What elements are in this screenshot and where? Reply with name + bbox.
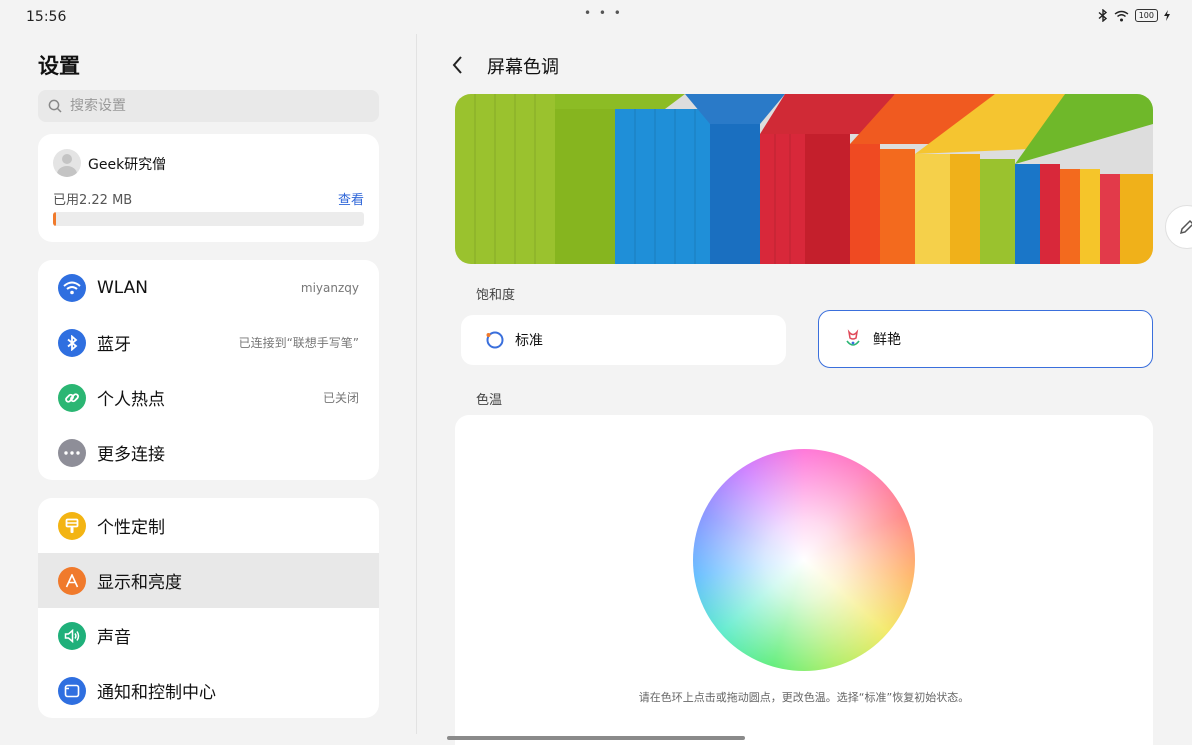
bluetooth-status-icon [1098,9,1107,22]
screen-tone-page: 屏幕色调 饱和度 标准 鲜艳 色温 请在色环上点击或拖动圆点，更改色温。选择“标… [417,34,1192,745]
brush-icon [58,511,86,540]
sidebar-item-label: 通知和控制中心 [97,683,216,703]
sidebar-item-label: WLAN [97,277,149,298]
connections-card: WLAN miyanzqy 蓝牙 已连接到“联想手写笔” 个人热点 已关闭 更多… [38,260,379,480]
option-label: 鲜艳 [873,332,901,348]
option-label: 标准 [515,333,543,349]
chevron-left-icon [452,56,462,74]
sidebar-item-notification[interactable]: 通知和控制中心 [38,663,379,718]
settings-sidebar: 设置 Geek研究僧 已用2.22 MB 查看 WLAN miyanzqy 蓝牙… [0,34,416,745]
sidebar-item-value: miyanzqy [300,280,359,295]
status-bar: 15:56 • • • 100 [0,0,1192,34]
sidebar-item-value: 已连接到“联想手写笔” [238,336,359,350]
standard-mode-icon [486,331,504,349]
sidebar-item-label: 显示和亮度 [97,573,182,593]
sidebar-item-bluetooth[interactable]: 蓝牙 已连接到“联想手写笔” [38,315,379,370]
pencil-icon [1179,219,1192,235]
link-icon [58,383,86,412]
wifi-icon [58,273,86,302]
color-temperature-card: 请在色环上点击或拖动圆点，更改色温。选择“标准”恢复初始状态。 [455,415,1153,745]
saturation-option-vivid[interactable]: 鲜艳 [818,310,1153,368]
sound-icon [58,621,86,650]
home-indicator[interactable] [447,736,745,740]
sidebar-item-display[interactable]: 显示和亮度 [38,553,379,608]
color-wheel[interactable] [693,449,915,671]
vivid-mode-icon [846,329,860,346]
sidebar-item-label: 更多连接 [97,445,165,465]
wifi-status-icon [1114,10,1129,21]
personalization-card: 个性定制 显示和亮度 声音 通知和控制中心 [38,498,379,718]
storage-progress-fill [53,212,57,226]
saturation-label: 饱和度 [476,288,516,303]
charging-icon [1164,10,1170,21]
more-icon [58,438,86,467]
sidebar-item-hotspot[interactable]: 个人热点 已关闭 [38,370,379,425]
saturation-option-standard[interactable]: 标准 [461,315,786,365]
account-name: Geek研究僧 [88,157,167,173]
battery-icon: 100 [1134,9,1158,22]
sidebar-item-value: 已关闭 [322,391,359,405]
bluetooth-icon [58,328,86,357]
color-temperature-hint: 请在色环上点击或拖动圆点，更改色温。选择“标准”恢复初始状态。 [638,691,970,704]
status-time: 15:56 [26,9,67,25]
notification-icon [58,676,86,705]
sidebar-item-label: 蓝牙 [97,335,131,355]
page-title: 屏幕色调 [487,57,559,78]
search-input[interactable] [70,98,350,114]
back-button[interactable] [449,50,471,80]
status-icons: 100 [1098,9,1170,22]
sidebar-item-label: 声音 [97,628,131,648]
view-storage-link[interactable]: 查看 [338,189,364,208]
storage-usage: 已用2.22 MB [53,193,133,208]
preview-image [455,94,1153,264]
sidebar-title: 设置 [38,54,80,78]
window-menu-dots[interactable]: • • • [584,6,623,20]
display-icon [58,566,86,595]
sidebar-item-label: 个性定制 [97,518,165,538]
search-icon [48,99,62,113]
sidebar-item-sound[interactable]: 声音 [38,608,379,663]
sidebar-item-more-connections[interactable]: 更多连接 [38,425,379,480]
search-box[interactable] [38,90,379,122]
avatar[interactable] [53,149,81,177]
sidebar-item-wlan[interactable]: WLAN miyanzqy [38,260,379,315]
sidebar-item-label: 个人热点 [97,390,165,410]
account-card[interactable]: Geek研究僧 已用2.22 MB 查看 [38,134,379,242]
storage-progress-bar [53,212,364,226]
sidebar-item-customize[interactable]: 个性定制 [38,498,379,553]
color-temperature-label: 色温 [476,393,503,408]
